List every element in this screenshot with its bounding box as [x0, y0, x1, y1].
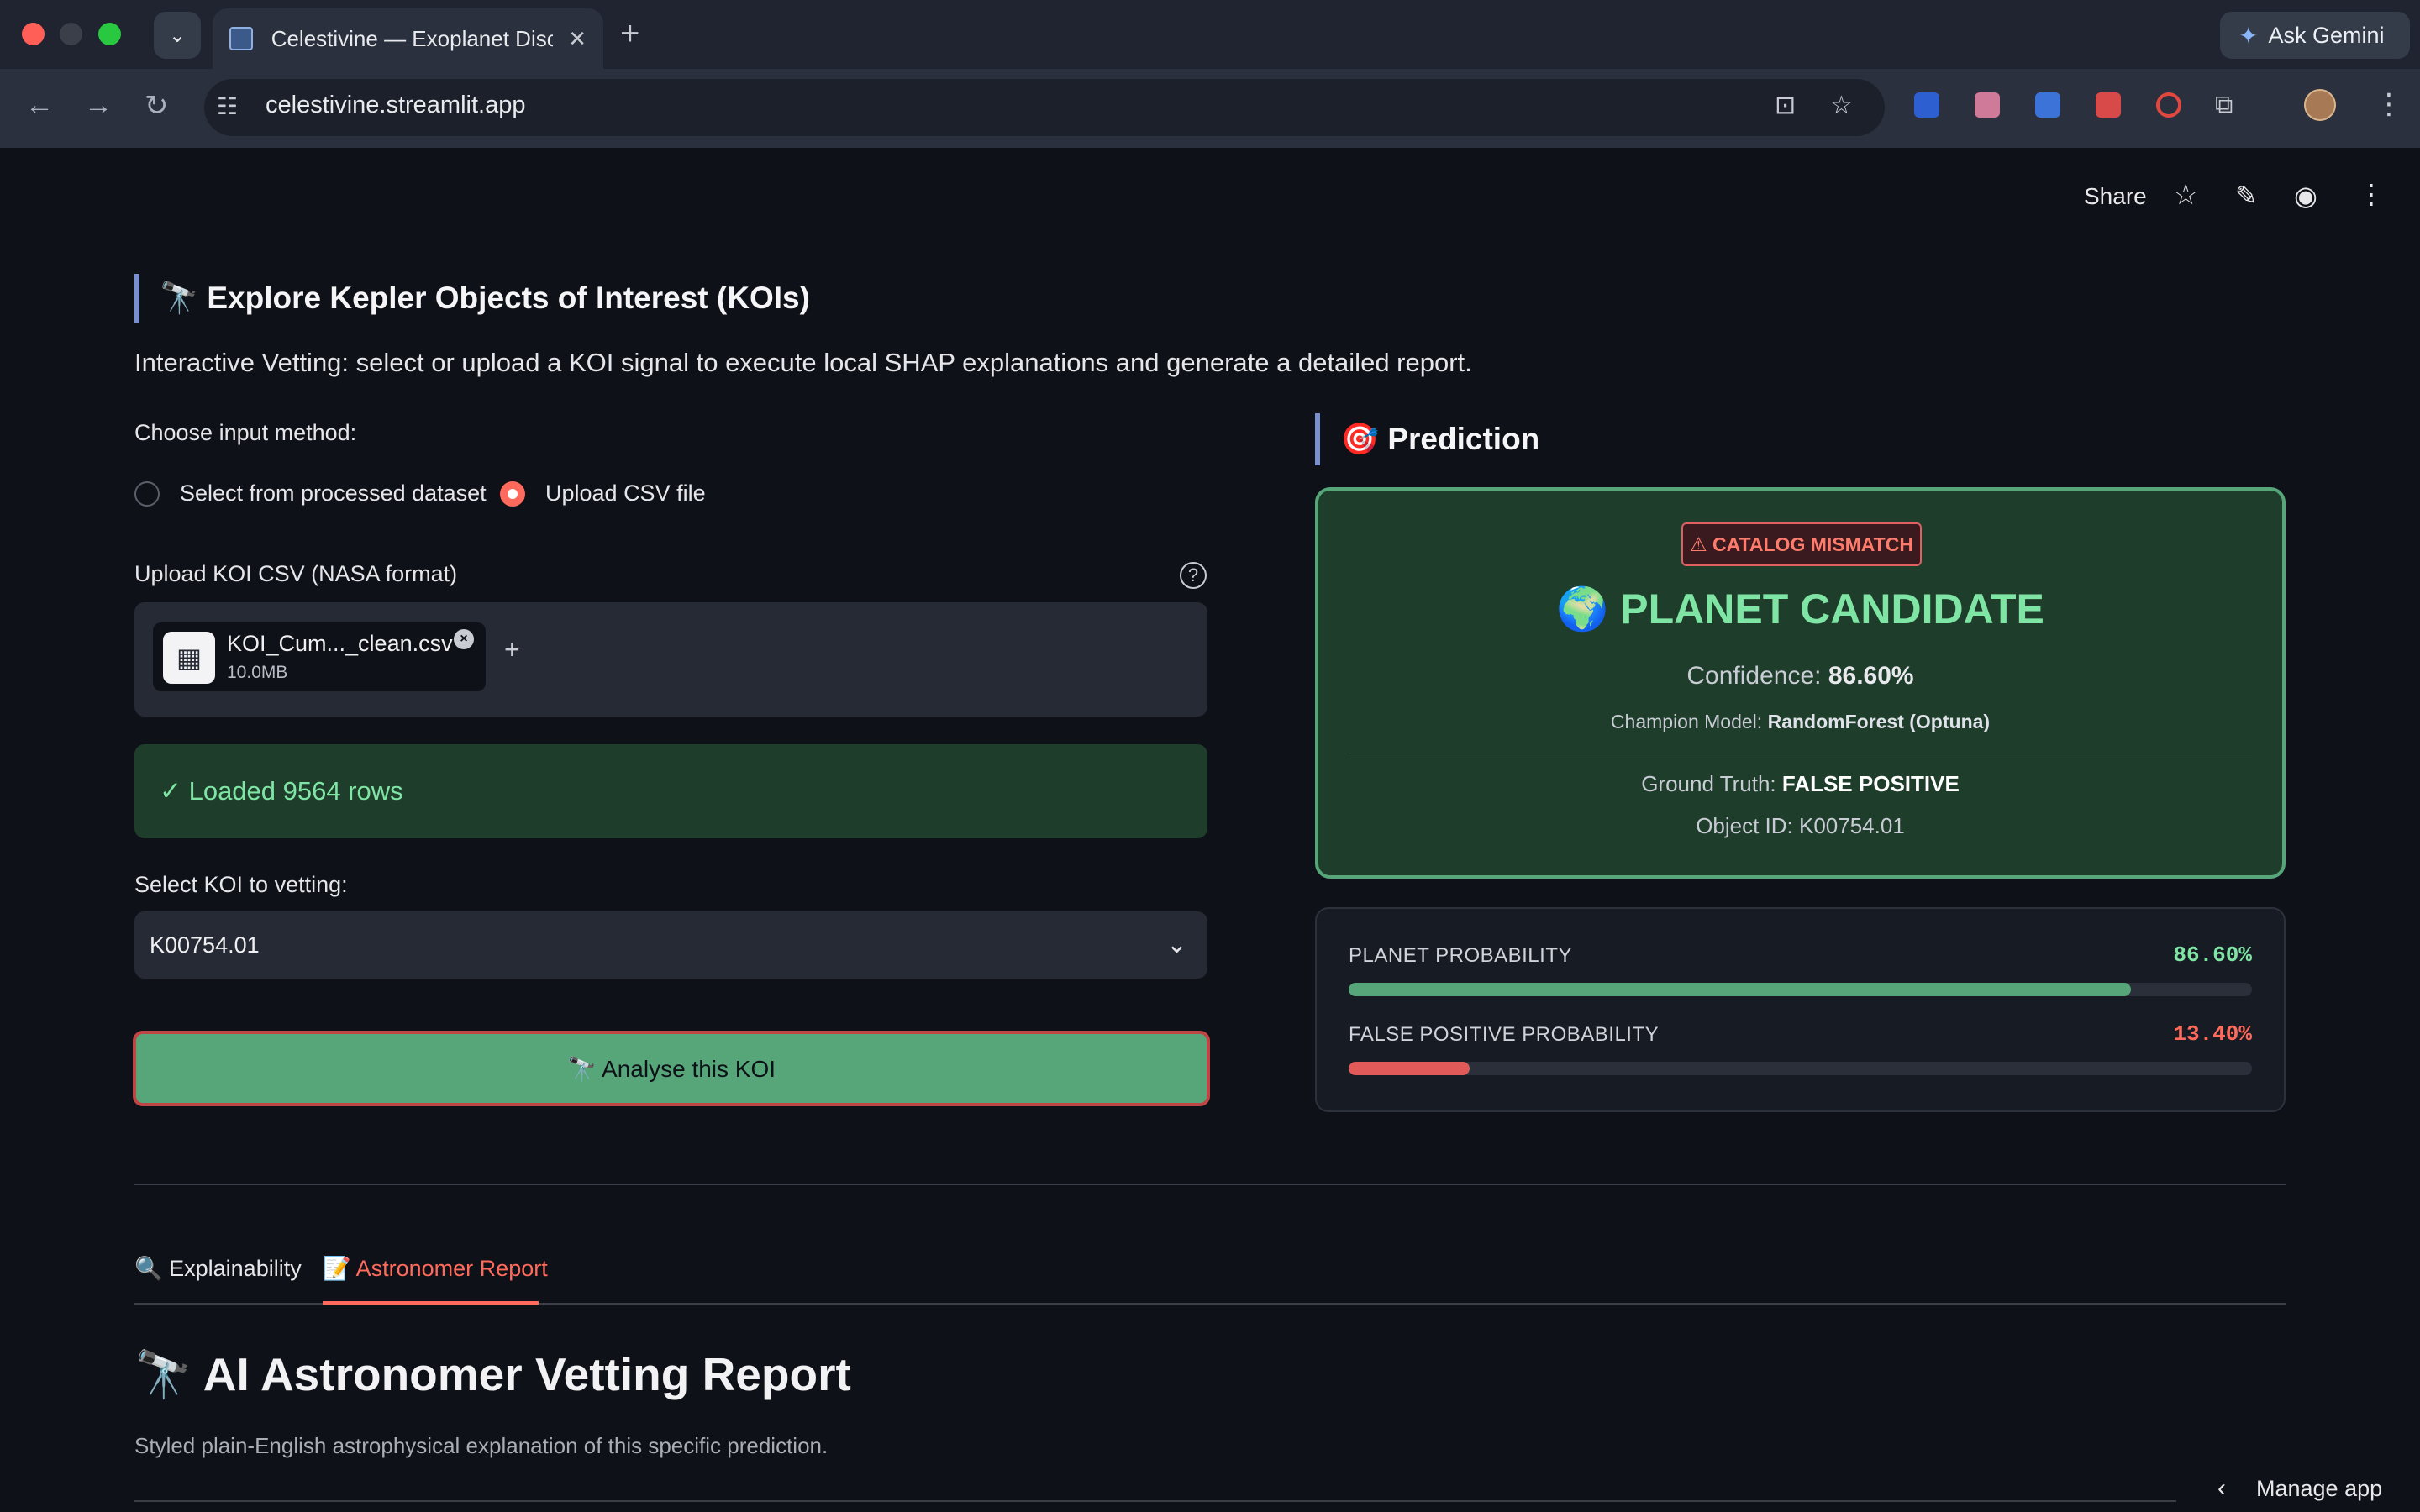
- gemini-sparkle-icon: ✦: [2238, 22, 2259, 49]
- verdict-text: 🌍 PLANET CANDIDATE: [1556, 585, 2044, 633]
- manage-app-button[interactable]: ‹ Manage app: [2197, 1465, 2420, 1512]
- planet-probability-bar: [1349, 983, 2131, 996]
- file-size: 10.0MB: [227, 663, 288, 682]
- new-tab-button[interactable]: +: [620, 15, 639, 52]
- site-info-icon[interactable]: ☷: [217, 92, 247, 123]
- folder-extension-icon[interactable]: [2035, 92, 2060, 118]
- bookmark-star-icon[interactable]: ☆: [1830, 91, 1853, 120]
- bitwarden-extension-icon[interactable]: [1914, 92, 1939, 118]
- ticket-extension-icon[interactable]: [2096, 92, 2121, 118]
- manage-app-label: Manage app: [2256, 1475, 2383, 1501]
- radio-label: Upload CSV file: [545, 480, 706, 506]
- chevron-down-icon: ⌄: [1165, 931, 1187, 958]
- tab-explainability[interactable]: 🔍 Explainability: [134, 1255, 302, 1282]
- planet-probability-track: [1349, 983, 2252, 996]
- edit-pencil-icon[interactable]: ✎: [2235, 180, 2258, 212]
- ground-truth-line: Ground Truth: FALSE POSITIVE: [1318, 771, 2282, 797]
- confidence-value: 86.60%: [1828, 662, 1914, 690]
- help-icon[interactable]: ?: [1180, 562, 1207, 589]
- maximize-window-button[interactable]: [98, 23, 121, 45]
- profile-avatar[interactable]: [2304, 89, 2336, 121]
- github-icon[interactable]: ◉: [2294, 180, 2317, 212]
- champion-line: Champion Model: RandomForest (Optuna): [1318, 711, 2282, 733]
- extensions-puzzle-icon[interactable]: ⧉: [2215, 91, 2233, 119]
- tab-search-button[interactable]: ⌄: [154, 12, 201, 59]
- report-subtitle: Styled plain-English astrophysical expla…: [134, 1433, 829, 1458]
- fp-probability-label: FALSE POSITIVE PROBABILITY: [1349, 1023, 1660, 1046]
- probability-card: PLANET PROBABILITY 86.60% FALSE POSITIVE…: [1315, 907, 2286, 1112]
- koi-select-value: K00754.01: [150, 932, 260, 958]
- install-app-icon[interactable]: ⊡: [1775, 91, 1796, 120]
- streamlit-app: Share ☆ ✎ ◉ ⋮ 🔭 Explore Kepler Objects o…: [0, 148, 2420, 1512]
- catalog-mismatch-badge: ⚠ CATALOG MISMATCH: [1681, 522, 1922, 566]
- url-text[interactable]: celestivine.streamlit.app: [266, 92, 525, 119]
- active-tab-underline: [323, 1301, 539, 1305]
- browser-tab-active[interactable]: Celestivine — Exoplanet Disco ✕: [213, 8, 603, 69]
- report-box-top-edge: [134, 1500, 2176, 1502]
- radio-circle-unselected: [134, 480, 160, 507]
- browser-menu-icon[interactable]: ⋮: [2375, 87, 2403, 121]
- ground-truth-value: FALSE POSITIVE: [1781, 771, 1960, 796]
- fp-probability-track: [1349, 1062, 2252, 1075]
- report-title: 🔭 AI Astronomer Vetting Report: [134, 1348, 851, 1400]
- upload-label: Upload KOI CSV (NASA format): [134, 561, 458, 586]
- input-method-label: Choose input method:: [134, 420, 357, 445]
- explore-subtitle: Interactive Vetting: select or upload a …: [134, 348, 1472, 377]
- reload-icon[interactable]: ↻: [145, 89, 169, 123]
- radio-circle-selected: [500, 480, 525, 507]
- file-name: KOI_Cum..._clean.csv: [227, 631, 453, 656]
- fp-probability-bar: [1349, 1062, 1470, 1075]
- champion-label: Champion Model:: [1610, 711, 1763, 732]
- chevron-left-icon: ‹: [2217, 1474, 2226, 1502]
- remove-file-icon[interactable]: ×: [454, 629, 474, 649]
- back-arrow-icon[interactable]: ←: [25, 89, 54, 122]
- share-button[interactable]: Share: [2084, 183, 2147, 210]
- object-id: Object ID: K00754.01: [1696, 813, 1905, 838]
- planet-probability-label: PLANET PROBABILITY: [1349, 944, 1572, 967]
- ask-gemini-label: Ask Gemini: [2268, 22, 2385, 48]
- fp-probability-value: 13.40%: [2173, 1021, 2252, 1047]
- confidence-label: Confidence:: [1686, 662, 1822, 690]
- favorite-star-icon[interactable]: ☆: [2173, 178, 2198, 212]
- success-alert: ✓ Loaded 9564 rows: [134, 744, 1207, 838]
- confidence-line: Confidence: 86.60%: [1318, 662, 2282, 690]
- favicon-icon: [229, 27, 253, 50]
- cake-extension-icon[interactable]: [1975, 92, 2000, 118]
- planet-probability-value: 86.60%: [2173, 942, 2252, 968]
- chevron-down-icon: ⌄: [168, 24, 187, 47]
- tab-astronomer-report[interactable]: 📝 Astronomer Report: [323, 1255, 548, 1282]
- ask-gemini-button[interactable]: ✦ Ask Gemini: [2220, 12, 2410, 59]
- section-divider: [134, 1184, 2286, 1185]
- table-file-icon: ▦: [163, 632, 215, 684]
- radio-select-dataset[interactable]: Select from processed dataset: [134, 480, 487, 507]
- select-koi-label: Select KOI to vetting:: [134, 872, 348, 897]
- add-file-icon[interactable]: +: [504, 634, 520, 665]
- browser-tab-bar: ⌄ Celestivine — Exoplanet Disco ✕ + ✦ As…: [0, 0, 2420, 69]
- uploaded-file-chip: ▦ KOI_Cum..._clean.csv 10.0MB ×: [153, 622, 486, 691]
- radio-upload-csv[interactable]: Upload CSV file: [500, 480, 706, 507]
- prediction-card: ⚠ CATALOG MISMATCH 🌍 PLANET CANDIDATE Co…: [1315, 487, 2286, 879]
- analyse-koi-button[interactable]: 🔭 Analyse this KOI: [133, 1031, 1210, 1106]
- tab-title: Celestivine — Exoplanet Disco: [271, 25, 554, 51]
- app-menu-icon[interactable]: ⋮: [2358, 178, 2385, 210]
- prediction-title: 🎯 Prediction: [1315, 413, 1539, 465]
- close-tab-icon[interactable]: ✕: [568, 26, 587, 52]
- explore-section-title: 🔭 Explore Kepler Objects of Interest (KO…: [134, 274, 810, 323]
- record-extension-icon[interactable]: [2156, 92, 2181, 118]
- forward-arrow-icon[interactable]: →: [84, 89, 113, 122]
- koi-select[interactable]: K00754.01 ⌄: [134, 911, 1207, 979]
- ground-truth-label: Ground Truth:: [1641, 771, 1776, 796]
- minimize-window-button[interactable]: [60, 23, 82, 45]
- close-window-button[interactable]: [22, 23, 45, 45]
- file-dropzone[interactable]: ▦ KOI_Cum..._clean.csv 10.0MB × +: [134, 602, 1207, 717]
- champion-value: RandomForest (Optuna): [1767, 711, 1991, 732]
- radio-label: Select from processed dataset: [180, 480, 487, 506]
